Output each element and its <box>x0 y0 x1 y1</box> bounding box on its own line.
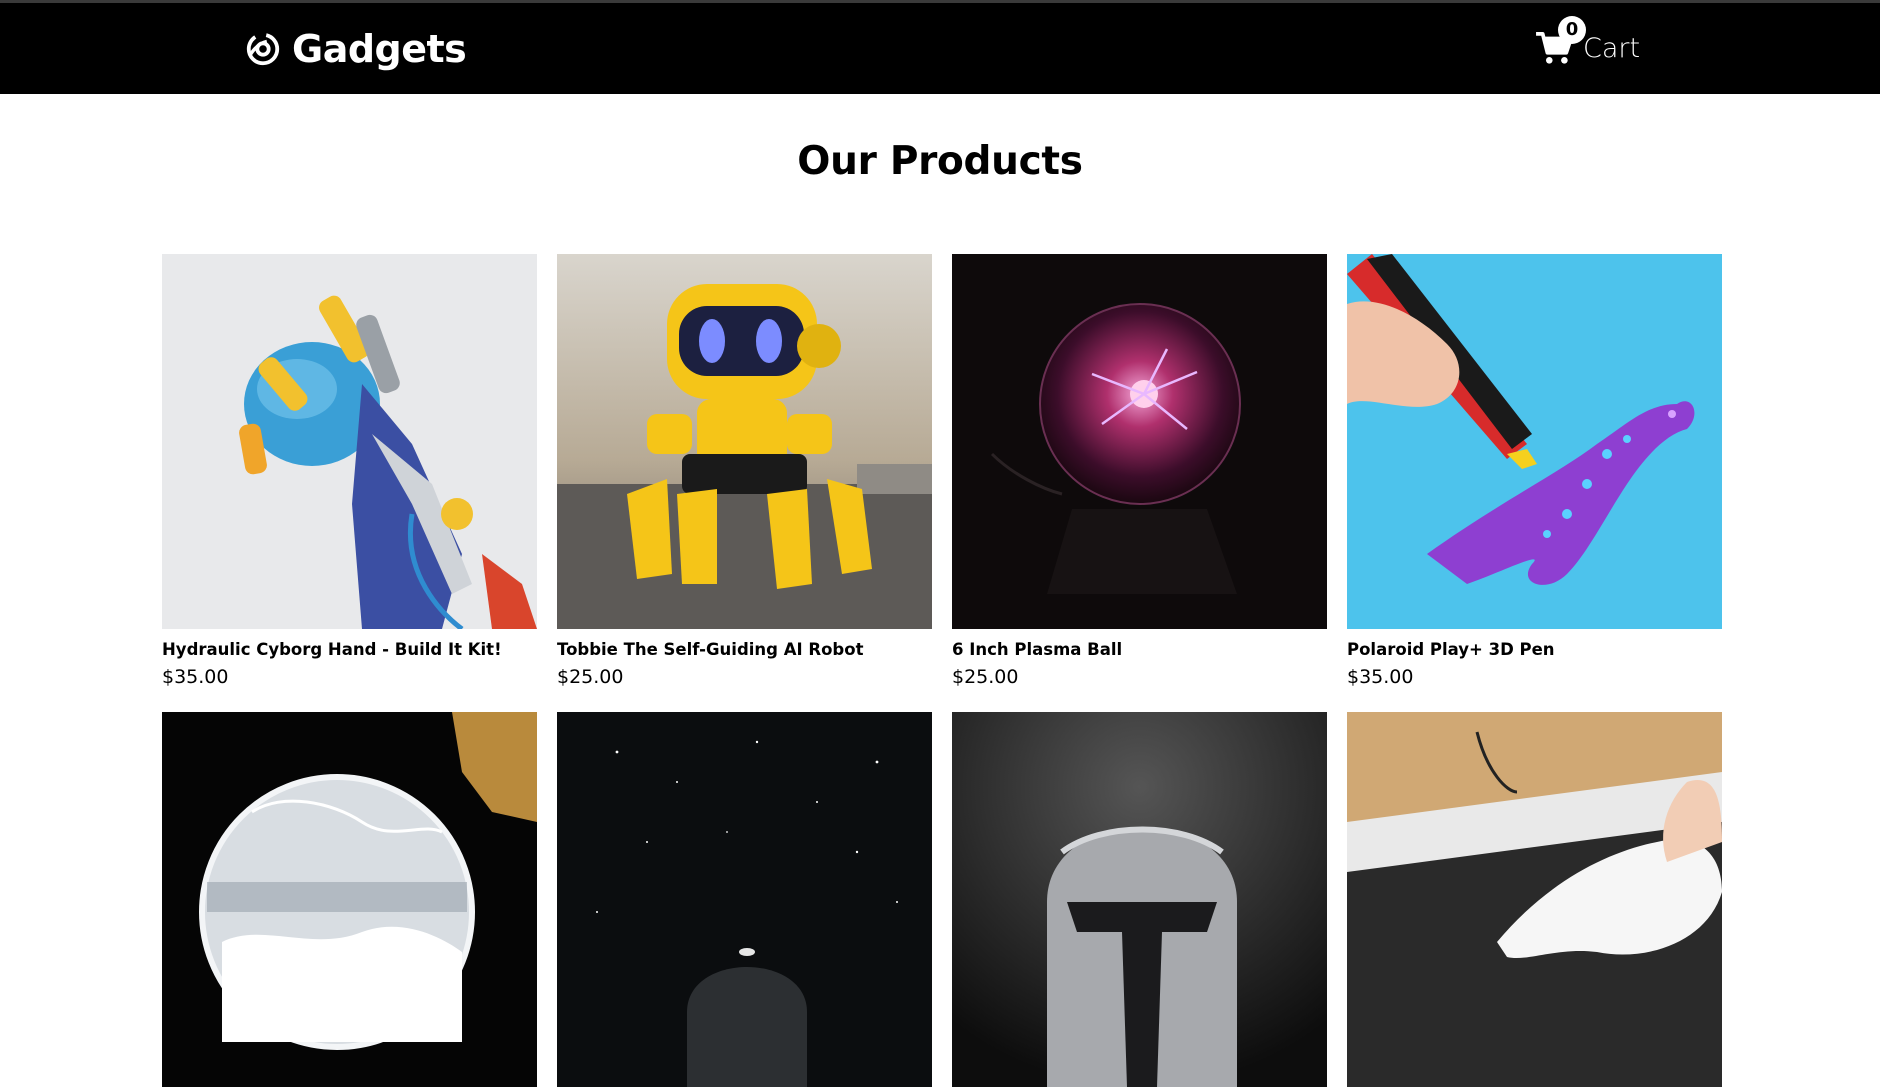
product-card[interactable]: Tobbie The Self-Guiding AI Robot $25.00 <box>557 254 932 688</box>
mini-keyboard-vacuum-image[interactable] <box>1347 712 1722 1087</box>
product-price: $25.00 <box>952 666 1019 688</box>
brand-link[interactable]: Gadgets <box>244 3 467 94</box>
product-card[interactable] <box>557 712 932 1087</box>
product-price: $25.00 <box>557 666 624 688</box>
product-card[interactable]: 6 Inch Plasma Ball $25.00 <box>952 254 1327 688</box>
brand-logo-icon <box>246 32 280 65</box>
brand-name: Gadgets <box>292 26 467 71</box>
plasma-ball-image[interactable] <box>952 254 1327 629</box>
cyborg-hand-image[interactable] <box>162 254 537 629</box>
page-title: Our Products <box>797 139 1083 184</box>
product-card[interactable] <box>162 712 537 1087</box>
product-price: $35.00 <box>1347 666 1414 688</box>
cart-icon-wrapper: 0 <box>1535 15 1586 67</box>
product-name[interactable]: 6 Inch Plasma Ball <box>952 640 1327 660</box>
product-name[interactable]: Hydraulic Cyborg Hand - Build It Kit! <box>162 640 537 660</box>
star-projector-image[interactable] <box>557 712 932 1087</box>
mandalorian-helmet-image[interactable] <box>952 712 1327 1087</box>
storm-glass-globe-image[interactable] <box>162 712 537 1087</box>
product-price: $35.00 <box>162 666 229 688</box>
product-card[interactable]: Polaroid Play+ 3D Pen $35.00 <box>1347 254 1722 688</box>
3d-pen-lizard-image[interactable] <box>1347 254 1722 629</box>
product-card[interactable] <box>952 712 1327 1087</box>
product-grid: Hydraulic Cyborg Hand - Build It Kit! $3… <box>162 254 1722 1087</box>
cart-button[interactable]: 0 Cart <box>1535 3 1640 94</box>
navbar: Gadgets 0 Cart <box>0 3 1880 94</box>
product-name[interactable]: Polaroid Play+ 3D Pen <box>1347 640 1722 660</box>
cart-label: Cart <box>1583 33 1641 64</box>
yellow-robot-image[interactable] <box>557 254 932 629</box>
product-card[interactable] <box>1347 712 1722 1087</box>
product-card[interactable]: Hydraulic Cyborg Hand - Build It Kit! $3… <box>162 254 537 688</box>
product-name[interactable]: Tobbie The Self-Guiding AI Robot <box>557 640 932 660</box>
cart-count-badge: 0 <box>1558 15 1586 44</box>
